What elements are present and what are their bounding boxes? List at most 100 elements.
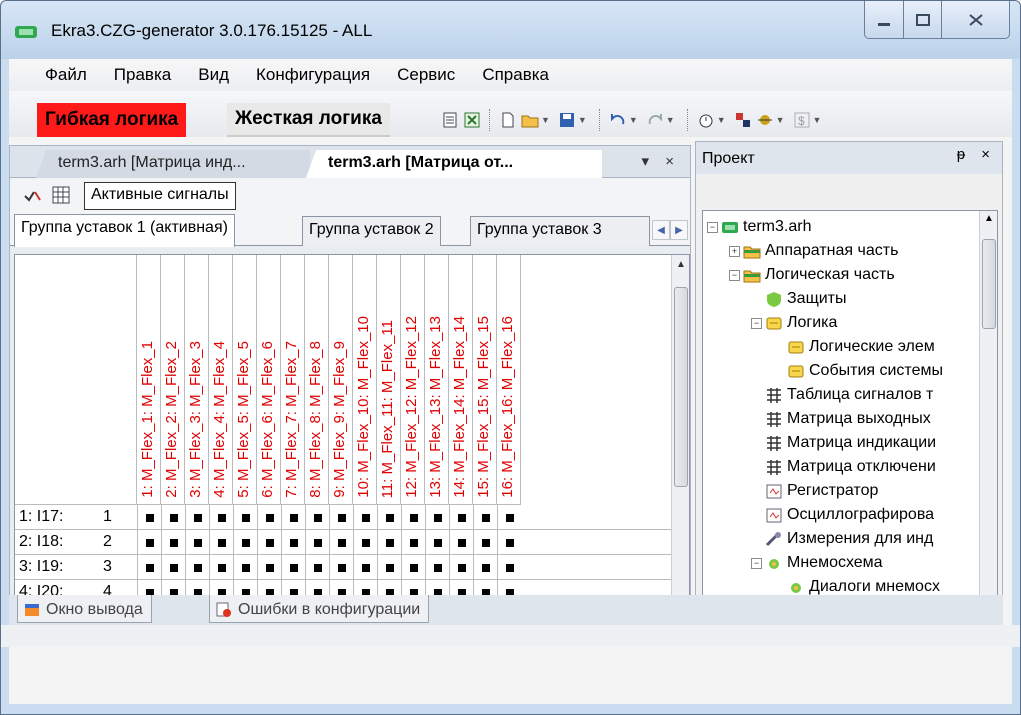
- scroll-up-icon[interactable]: ▲: [676, 259, 686, 270]
- matrix-cell[interactable]: [449, 530, 473, 555]
- active-signals-button[interactable]: Активные сигналы: [84, 182, 236, 210]
- matrix-cell[interactable]: [473, 530, 497, 555]
- matrix-cell[interactable]: [185, 555, 209, 580]
- matrix-column-header[interactable]: 9: M_Flex_9: M_Flex_9: [329, 255, 353, 505]
- matrix-grid-icon[interactable]: [52, 186, 70, 204]
- tab-config-errors[interactable]: Ошибки в конфигурации: [209, 595, 430, 623]
- matrix-column-header[interactable]: 12: M_Flex_12: M_Flex_12: [401, 255, 425, 505]
- doc-tab-controls[interactable]: ▾ ×: [642, 152, 680, 170]
- project-panel-controls[interactable]: ᵽ ×: [957, 146, 996, 163]
- matrix-column-header[interactable]: 3: M_Flex_3: M_Flex_3: [185, 255, 209, 505]
- matrix-cell[interactable]: [137, 530, 161, 555]
- matrix-cell[interactable]: [305, 530, 329, 555]
- matrix-cell[interactable]: [281, 530, 305, 555]
- maximize-button[interactable]: [904, 1, 942, 39]
- dollar-icon[interactable]: $: [793, 111, 811, 129]
- matrix-cell[interactable]: [137, 555, 161, 580]
- tree-node[interactable]: Матрица отключени: [751, 455, 936, 479]
- matrix-column-header[interactable]: 1: M_Flex_1: M_Flex_1: [137, 255, 161, 505]
- matrix-cell[interactable]: [329, 555, 353, 580]
- matrix-cell[interactable]: [281, 505, 305, 530]
- matrix-column-header[interactable]: 10: M_Flex_10: M_Flex_10: [353, 255, 377, 505]
- tab-scroll-right-icon[interactable]: ▶: [670, 220, 688, 240]
- minimize-button[interactable]: [864, 1, 904, 39]
- matrix-column-header[interactable]: 5: M_Flex_5: M_Flex_5: [233, 255, 257, 505]
- tree-node[interactable]: События системы: [773, 359, 943, 383]
- undo-icon[interactable]: [609, 111, 627, 129]
- undo-dropdown-icon[interactable]: ▼: [629, 115, 638, 125]
- menu-configuration[interactable]: Конфигурация: [256, 65, 370, 85]
- tree-node[interactable]: Логические элем: [773, 335, 935, 359]
- close-button[interactable]: [942, 1, 1010, 39]
- matrix-cell[interactable]: [449, 505, 473, 530]
- tree-scroll-thumb[interactable]: [982, 239, 996, 329]
- matrix-cell[interactable]: [185, 505, 209, 530]
- new-file-icon[interactable]: [499, 111, 517, 129]
- menu-view[interactable]: Вид: [198, 65, 229, 85]
- open-dropdown-icon[interactable]: ▼: [541, 115, 550, 125]
- menu-file[interactable]: Файл: [45, 65, 87, 85]
- component-icon[interactable]: [734, 111, 752, 129]
- tab-trip-matrix[interactable]: term3.arh [Матрица от...: [306, 150, 602, 178]
- menu-service[interactable]: Сервис: [397, 65, 455, 85]
- timer-icon[interactable]: [697, 111, 715, 129]
- tab-scroll-left-icon[interactable]: ◀: [652, 220, 670, 240]
- matrix-cell[interactable]: [425, 505, 449, 530]
- matrix-cell[interactable]: [161, 505, 185, 530]
- scroll-up-icon[interactable]: ▲: [984, 213, 994, 224]
- matrix-cell[interactable]: [353, 530, 377, 555]
- hard-logic-tab[interactable]: Жесткая логика: [227, 103, 390, 137]
- collapse-icon[interactable]: −: [729, 269, 740, 281]
- matrix-column-header[interactable]: 15: M_Flex_15: M_Flex_15: [473, 255, 497, 505]
- tree-node[interactable]: Матрица выходных: [751, 407, 931, 431]
- matrix-cell[interactable]: [377, 530, 401, 555]
- collapse-icon[interactable]: −: [707, 221, 718, 233]
- tab-indication-matrix[interactable]: term3.arh [Матрица инд...: [36, 150, 310, 178]
- matrix-cell[interactable]: [185, 530, 209, 555]
- flexible-logic-tab[interactable]: Гибкая логика: [37, 103, 187, 137]
- matrix-cell[interactable]: [209, 530, 233, 555]
- matrix-cell[interactable]: [449, 555, 473, 580]
- matrix-cell[interactable]: [497, 505, 521, 530]
- matrix-cell[interactable]: [329, 505, 353, 530]
- tree-node[interactable]: Защиты: [751, 287, 847, 311]
- bug-icon[interactable]: [756, 111, 774, 129]
- dollar-dropdown-icon[interactable]: ▼: [813, 115, 822, 125]
- matrix-cell[interactable]: [233, 555, 257, 580]
- matrix-cell[interactable]: [353, 555, 377, 580]
- matrix-column-header[interactable]: 6: M_Flex_6: M_Flex_6: [257, 255, 281, 505]
- matrix-cell[interactable]: [281, 555, 305, 580]
- collapse-icon[interactable]: −: [751, 557, 762, 569]
- open-folder-icon[interactable]: [521, 111, 539, 129]
- tree-node[interactable]: − term3.arh: [707, 215, 811, 239]
- check-signals-icon[interactable]: [24, 188, 42, 204]
- matrix-cell[interactable]: [329, 530, 353, 555]
- matrix-cell[interactable]: [161, 530, 185, 555]
- tree-node[interactable]: Осциллографирова: [751, 503, 934, 527]
- matrix-cell[interactable]: [257, 555, 281, 580]
- matrix-cell[interactable]: [497, 555, 521, 580]
- matrix-cell[interactable]: [353, 505, 377, 530]
- tree-node[interactable]: − Логика: [751, 311, 837, 335]
- tab-setting-group-3[interactable]: Группа уставок 3: [470, 216, 650, 246]
- matrix-cell[interactable]: [473, 555, 497, 580]
- tab-setting-group-1[interactable]: Группа уставок 1 (активная): [14, 214, 235, 247]
- matrix-cell[interactable]: [209, 555, 233, 580]
- tree-node[interactable]: Измерения для инд: [751, 527, 933, 551]
- matrix-cell[interactable]: [497, 530, 521, 555]
- matrix-column-header[interactable]: 7: M_Flex_7: M_Flex_7: [281, 255, 305, 505]
- matrix-cell[interactable]: [425, 530, 449, 555]
- matrix-cell[interactable]: [305, 555, 329, 580]
- redo-icon[interactable]: [646, 111, 664, 129]
- matrix-cell[interactable]: [401, 505, 425, 530]
- menu-help[interactable]: Справка: [482, 65, 549, 85]
- matrix-column-header[interactable]: 14: M_Flex_14: M_Flex_14: [449, 255, 473, 505]
- expand-icon[interactable]: +: [729, 245, 740, 257]
- matrix-cell[interactable]: [137, 505, 161, 530]
- excel-icon[interactable]: [463, 111, 481, 129]
- matrix-column-header[interactable]: 16: M_Flex_16: M_Flex_16: [497, 255, 521, 505]
- matrix-cell[interactable]: [401, 530, 425, 555]
- matrix-cell[interactable]: [233, 530, 257, 555]
- redo-dropdown-icon[interactable]: ▼: [666, 115, 675, 125]
- menu-edit[interactable]: Правка: [114, 65, 171, 85]
